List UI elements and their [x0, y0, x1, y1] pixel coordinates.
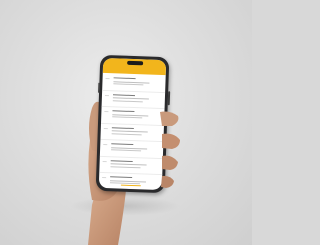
finger-ring — [162, 155, 178, 170]
finger-pinky — [161, 175, 174, 188]
finger-index — [160, 111, 179, 126]
finger-middle — [162, 133, 180, 149]
fingers-overlay — [160, 111, 180, 188]
